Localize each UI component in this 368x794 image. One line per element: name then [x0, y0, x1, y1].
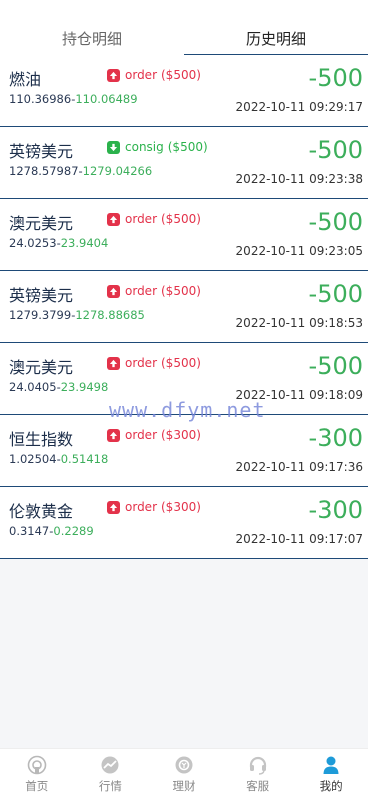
instrument-name: 燃油	[9, 70, 42, 89]
order-stake: ($500)	[167, 140, 208, 154]
home-icon	[26, 754, 48, 776]
open-price: 24.0405	[9, 380, 57, 394]
order-badge: order ($500)	[107, 68, 201, 82]
nav-service[interactable]: 客服	[221, 749, 295, 794]
instrument-name: 澳元美元	[9, 214, 74, 233]
nav-finance-label: 理财	[172, 779, 196, 793]
pnl-amount: -500	[308, 352, 363, 380]
nav-profile[interactable]: 我的	[294, 749, 368, 794]
close-price: 110.06489	[75, 92, 138, 106]
order-stake: ($500)	[161, 68, 201, 82]
headset-icon	[247, 754, 269, 776]
trade-time: 2022-10-11 09:18:53	[235, 316, 363, 330]
instrument-name: 伦敦黄金	[9, 502, 74, 521]
close-price: 0.51418	[60, 452, 109, 466]
order-badge: order ($500)	[107, 356, 201, 370]
arrow-up-icon	[107, 284, 120, 298]
user-icon	[320, 754, 342, 776]
arrow-up-icon	[107, 212, 120, 226]
arrow-up-icon	[107, 68, 120, 82]
price-range: 110.36986-110.06489	[9, 92, 138, 106]
order-stake: ($500)	[161, 356, 201, 370]
finance-icon	[173, 754, 195, 776]
order-badge: consig ($500)	[107, 140, 208, 154]
chart-icon	[99, 754, 121, 776]
nav-market-label: 行情	[98, 779, 122, 793]
price-range: 1.02504-0.51418	[9, 452, 108, 466]
trade-time: 2022-10-11 09:23:38	[235, 172, 363, 186]
order-badge: order ($500)	[107, 284, 201, 298]
order-type: order	[125, 284, 157, 298]
pnl-amount: -500	[308, 280, 363, 308]
close-price: 1279.04266	[82, 164, 153, 178]
order-type: order	[125, 500, 157, 514]
open-price: 1278.57987	[9, 164, 79, 178]
order-type: order	[125, 212, 157, 226]
order-stake: ($500)	[161, 284, 201, 298]
order-stake: ($300)	[161, 500, 201, 514]
tab-history[interactable]: 历史明细	[184, 0, 368, 55]
arrow-up-icon	[107, 500, 120, 514]
pnl-amount: -300	[308, 424, 363, 452]
close-price: 23.9498	[60, 380, 109, 394]
instrument-name: 英镑美元	[9, 286, 74, 305]
history-list: 燃油 order ($500) 110.36986-110.06489 -500 2022…	[0, 55, 368, 559]
order-badge: order ($300)	[107, 500, 201, 514]
order-stake: ($500)	[161, 212, 201, 226]
instrument-name: 英镑美元	[9, 142, 74, 161]
order-badge: order ($500)	[107, 212, 201, 226]
pnl-amount: -500	[308, 136, 363, 164]
nav-home-label: 首页	[25, 779, 49, 793]
pnl-amount: -300	[308, 496, 363, 524]
order-stake: ($300)	[161, 428, 201, 442]
price-range: 1278.57987-1279.04266	[9, 164, 152, 178]
trade-time: 2022-10-11 09:17:07	[235, 532, 363, 546]
open-price: 24.0253	[9, 236, 57, 250]
history-row[interactable]: 英镑美元 consig ($500) 1278.57987-1279.04266 -50…	[0, 127, 368, 199]
instrument-name: 澳元美元	[9, 358, 74, 377]
order-badge: order ($300)	[107, 428, 201, 442]
trade-time: 2022-10-11 09:17:36	[235, 460, 363, 474]
open-price: 1.02504	[9, 452, 57, 466]
nav-home[interactable]: 首页	[0, 749, 74, 794]
close-price: 1278.88685	[75, 308, 145, 322]
arrow-down-icon	[107, 140, 120, 154]
watermark: www.dfym.net	[109, 398, 266, 422]
price-range: 1279.3799-1278.88685	[9, 308, 145, 322]
nav-profile-label: 我的	[319, 779, 343, 793]
trade-time: 2022-10-11 09:29:17	[235, 100, 363, 114]
history-row[interactable]: 恒生指数 order ($300) 1.02504-0.51418 -300 2022-1…	[0, 415, 368, 487]
trade-time: 2022-10-11 09:23:05	[235, 244, 363, 258]
arrow-up-icon	[107, 428, 120, 442]
price-range: 24.0253-23.9404	[9, 236, 108, 250]
nav-finance[interactable]: 理财	[147, 749, 221, 794]
tab-holdings[interactable]: 持仓明细	[0, 0, 184, 55]
open-price: 0.3147	[9, 524, 50, 538]
order-type: consig	[125, 140, 164, 154]
order-type: order	[125, 68, 157, 82]
history-row[interactable]: 伦敦黄金 order ($300) 0.3147-0.2289 -300 2022-10-…	[0, 487, 368, 559]
close-price: 0.2289	[53, 524, 94, 538]
nav-service-label: 客服	[246, 779, 270, 793]
open-price: 1279.3799	[9, 308, 72, 322]
tab-bar: 持仓明细 历史明细	[0, 0, 368, 55]
pnl-amount: -500	[308, 208, 363, 236]
instrument-name: 恒生指数	[9, 430, 74, 449]
arrow-up-icon	[107, 356, 120, 370]
nav-market[interactable]: 行情	[74, 749, 148, 794]
open-price: 110.36986	[9, 92, 72, 106]
history-row[interactable]: 英镑美元 order ($500) 1279.3799-1278.88685 -500 2…	[0, 271, 368, 343]
history-row[interactable]: 澳元美元 order ($500) 24.0253-23.9404 -500 2022-1…	[0, 199, 368, 271]
close-price: 23.9404	[60, 236, 109, 250]
pnl-amount: -500	[308, 64, 363, 92]
order-type: order	[125, 428, 157, 442]
bottom-nav: 首页 行情 理财 客服 我的	[0, 748, 368, 794]
order-type: order	[125, 356, 157, 370]
price-range: 24.0405-23.9498	[9, 380, 108, 394]
price-range: 0.3147-0.2289	[9, 524, 94, 538]
history-row[interactable]: 燃油 order ($500) 110.36986-110.06489 -500 2022…	[0, 55, 368, 127]
